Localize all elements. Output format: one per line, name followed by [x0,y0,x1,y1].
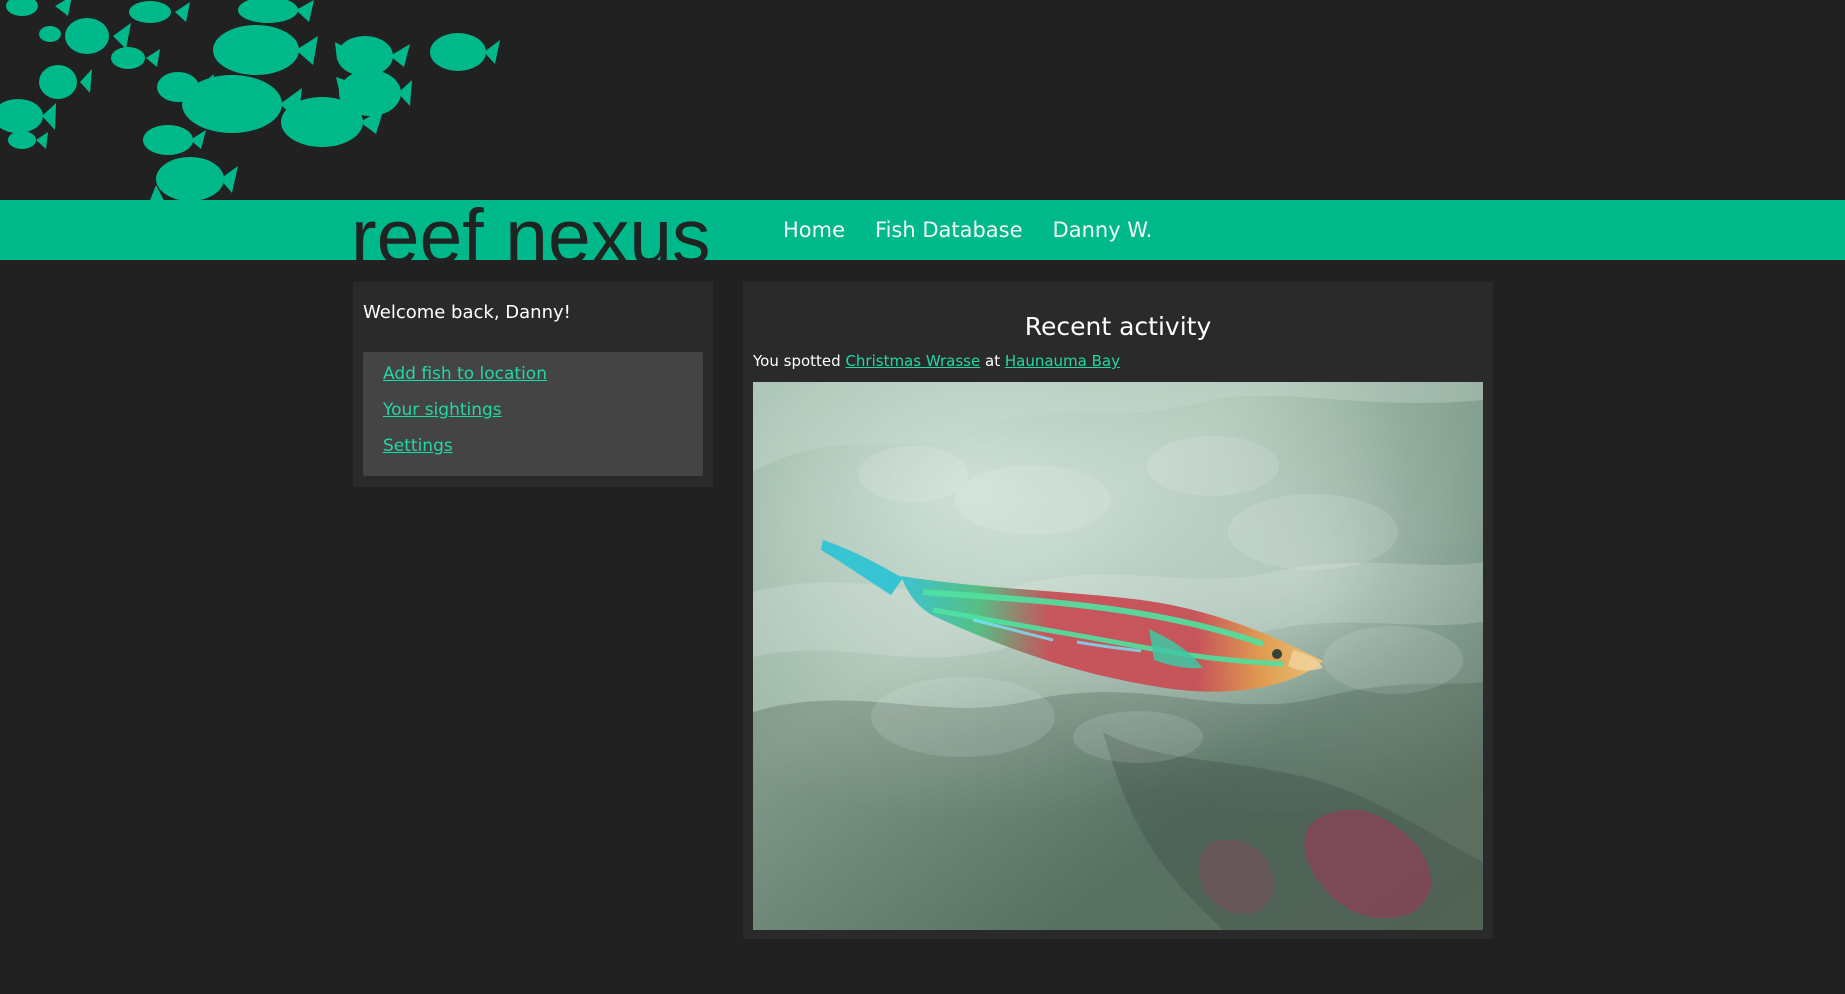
recent-activity-title: Recent activity [1024,312,1212,341]
recent-activity-description: You spotted Christmas Wrasse at Haunauma… [753,352,1120,370]
recent-activity-panel: Recent activity You spotted Christmas Wr… [743,282,1493,939]
page: reef nexus Home Fish Database Danny W. W… [0,0,1845,994]
location-link[interactable]: Haunauma Bay [1005,352,1120,370]
top-navigation-links: Home Fish Database Danny W. [783,200,1152,260]
nav-user-link[interactable]: Danny W. [1053,218,1153,242]
welcome-sidebar-panel: Welcome back, Danny! Add fish to locatio… [353,282,713,487]
nav-fish-database-link[interactable]: Fish Database [875,218,1023,242]
your-sightings-link[interactable]: Your sightings [383,400,502,420]
nav-home-link[interactable]: Home [783,218,845,242]
add-fish-to-location-link[interactable]: Add fish to location [383,364,547,384]
settings-link[interactable]: Settings [383,436,453,456]
brand-logo-text[interactable]: reef nexus [351,200,711,260]
fish-species-link[interactable]: Christmas Wrasse [845,352,980,370]
fish-school-decoration [0,0,560,210]
sidebar-actions-box: Add fish to location Your sightings Sett… [363,352,703,476]
welcome-message: Welcome back, Danny! [363,302,571,323]
fish-photo [753,382,1483,930]
fish-school-icon [0,0,500,208]
activity-prefix: You spotted [753,352,841,370]
activity-connector: at [985,352,1001,370]
brand-name[interactable]: reef nexus [351,200,711,260]
